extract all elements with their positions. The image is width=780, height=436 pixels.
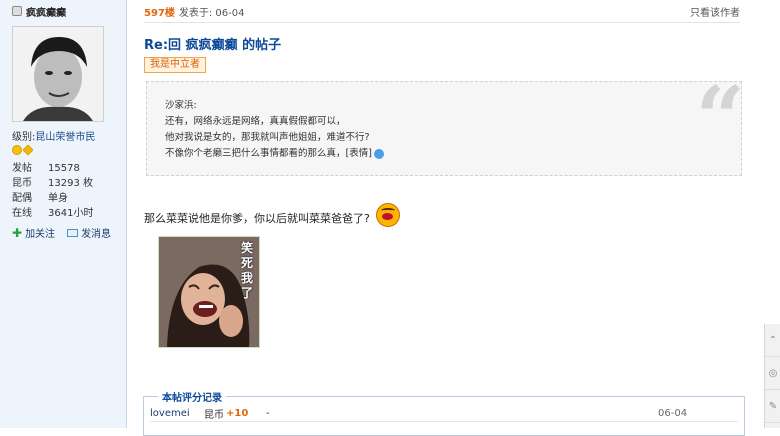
- quote-block: “ 沙家浜: 还有，网络永远是网络，真真假假都可以， 他对我说是女的，那我就叫声…: [146, 76, 745, 176]
- rating-user[interactable]: lovemei: [150, 408, 204, 419]
- rating-record: 本帖评分记录 lovemei 昆币 +10 - 06-04: [143, 389, 745, 436]
- user-stats: 发帖 15578 昆币 13293 枚 配偶 单身 在线 3641小时: [12, 161, 124, 221]
- only-author-link[interactable]: 只看该作者: [690, 4, 740, 19]
- user-icon: [12, 6, 22, 16]
- post-body: 那么菜菜说他是你爹，你以后就叫菜菜爸爸了?: [144, 203, 400, 230]
- quote-line-last: 不像你个老癞三把什么事情都看的那么真，[表情]: [165, 146, 741, 162]
- support-icon[interactable]: ◎: [765, 357, 780, 390]
- stance-badge: 我是中立者: [144, 57, 206, 73]
- quote-line: 还有，网络永远是网络，真真假假都可以，: [165, 116, 346, 127]
- rating-legend: 本帖评分记录: [158, 389, 226, 404]
- rating-row: lovemei 昆币 +10 - 06-04: [150, 405, 738, 422]
- level-prefix: 级别:: [12, 132, 36, 143]
- quote-mark-icon: “: [695, 68, 746, 169]
- rating-currency: 昆币: [204, 409, 224, 421]
- post-topbar: 597楼 发表于: 06-04 只看该作者: [144, 0, 740, 23]
- stat-row: 配偶 单身: [12, 193, 68, 204]
- scroll-top-icon[interactable]: ⌃: [765, 324, 780, 357]
- stat-row: 发帖 15578: [12, 163, 80, 174]
- rating-date: 06-04: [658, 407, 688, 419]
- quote-line: 他对我说是女的，那我就叫声他姐姐，难道不行?: [165, 132, 370, 143]
- post-body-text: 那么菜菜说他是你爹，你以后就叫菜菜爸爸了?: [144, 212, 370, 225]
- floor-number[interactable]: 597楼: [144, 4, 175, 19]
- post-date: 发表于: 06-04: [178, 7, 245, 19]
- user-sidebar: 疯疯癫癫 级别:昆山荣誉市民 发帖 15578 昆币 13293 枚 配偶 单身 在线…: [0, 0, 127, 428]
- quote-line: 沙家浜:: [165, 100, 197, 111]
- avatar[interactable]: [12, 26, 104, 122]
- emoji-laugh-icon: [375, 203, 400, 227]
- smile-icon: [12, 145, 22, 155]
- envelope-icon: [67, 228, 79, 237]
- post-title: Re:回 疯疯癫癫 的帖子: [144, 38, 282, 53]
- follow-label[interactable]: 加关注: [25, 225, 55, 240]
- post-image[interactable]: 笑死我了: [158, 236, 260, 348]
- stat-row: 在线 3641小时: [12, 208, 94, 219]
- floating-toolbar: ⌃ ◎ ✎: [764, 324, 780, 428]
- plus-icon: ✚: [12, 225, 23, 240]
- message-button[interactable]: 发消息: [67, 225, 111, 240]
- message-label[interactable]: 发消息: [81, 225, 111, 240]
- level-link[interactable]: 昆山荣誉市民: [35, 132, 95, 143]
- username[interactable]: 疯疯癫癫: [26, 4, 66, 19]
- star-icon: [22, 144, 34, 156]
- rating-points: +10: [226, 407, 249, 419]
- image-caption: 笑死我了: [241, 241, 254, 300]
- follow-button[interactable]: ✚ 加关注: [12, 225, 55, 241]
- rating-reason: -: [266, 407, 270, 419]
- expression-icon[interactable]: [373, 148, 384, 159]
- username-header[interactable]: 疯疯癫癫: [0, 0, 126, 22]
- stat-row: 昆币 13293 枚: [12, 178, 93, 189]
- feedback-icon[interactable]: ✎: [765, 390, 780, 423]
